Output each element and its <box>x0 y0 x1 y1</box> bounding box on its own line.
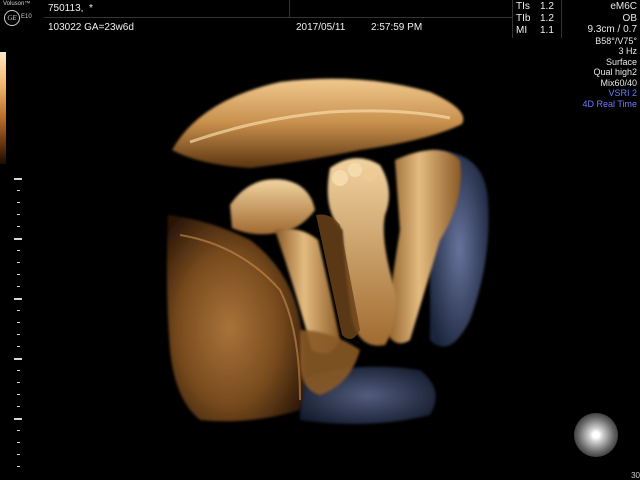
param-mix: Mix60/40 <box>600 77 637 88</box>
scale-tick <box>17 394 20 395</box>
header-bar: Voluson™ GE E10 750113, * 103022 GA=23w6… <box>0 0 640 38</box>
scale-tick <box>17 406 20 407</box>
exam-row: 103022 GA=23w6d 2017/05/11 2:57:59 PM <box>44 18 512 38</box>
param-rate: 3 Hz <box>618 46 637 56</box>
scale-tick <box>17 310 20 311</box>
scale-tick <box>17 226 20 227</box>
param-vsri: VSRI 2 <box>608 88 637 98</box>
scale-tick <box>14 418 22 420</box>
param-preset: OB <box>622 12 637 24</box>
param-render-mode: Surface <box>605 56 637 67</box>
scale-tick <box>17 322 20 323</box>
brand-block: Voluson™ GE E10 <box>1 1 43 37</box>
fetal-3d-render <box>166 78 489 424</box>
exam-info: 103022 GA=23w6d <box>48 22 134 33</box>
scale-tick <box>14 238 22 240</box>
scale-tick <box>17 334 20 335</box>
scale-tick <box>14 358 22 360</box>
scale-tick <box>17 382 20 383</box>
scale-tick <box>14 178 22 180</box>
scale-tick <box>14 298 22 300</box>
scale-tick <box>17 202 20 203</box>
patient-cell: 750113, * <box>44 0 290 18</box>
exam-time: 2:57:59 PM <box>371 22 423 33</box>
tint-color-bar <box>0 52 6 164</box>
depth-scale <box>14 178 24 478</box>
patient-id: 750113, * <box>48 3 93 14</box>
param-angles: B58°/V75° <box>595 35 637 46</box>
acquisition-params: eM6C OB 9.3cm / 0.7 B58°/V75° 3 Hz Surfa… <box>561 1 637 109</box>
ge-logo-icon: GE <box>4 10 20 26</box>
safety-indices: TIs 1.2 TIb 1.2 MI 1.1 <box>512 0 562 38</box>
scale-tick <box>17 454 20 455</box>
header-blank-cell <box>290 0 512 18</box>
exam-date: 2017/05/11 <box>296 22 346 33</box>
frame-counter: 30 <box>631 471 640 480</box>
scale-tick <box>17 430 20 431</box>
orientation-sphere-icon[interactable] <box>574 413 618 457</box>
scale-tick <box>17 274 20 275</box>
scale-tick <box>17 250 20 251</box>
scale-tick <box>17 262 20 263</box>
scale-tick <box>17 286 20 287</box>
brand-name: Voluson™ <box>3 1 31 7</box>
scale-tick <box>17 442 20 443</box>
param-depth: 9.3cm / 0.7 <box>587 24 637 35</box>
volume-render-view[interactable] <box>0 38 640 480</box>
param-quality: Qual high2 <box>593 67 637 77</box>
param-mode: 4D Real Time <box>582 98 637 109</box>
scale-tick <box>17 214 20 215</box>
scale-tick <box>17 346 20 347</box>
scale-tick <box>17 466 20 467</box>
param-probe: eM6C <box>610 1 637 12</box>
scale-tick <box>17 190 20 191</box>
scale-tick <box>17 370 20 371</box>
brand-model: E10 <box>21 14 32 20</box>
